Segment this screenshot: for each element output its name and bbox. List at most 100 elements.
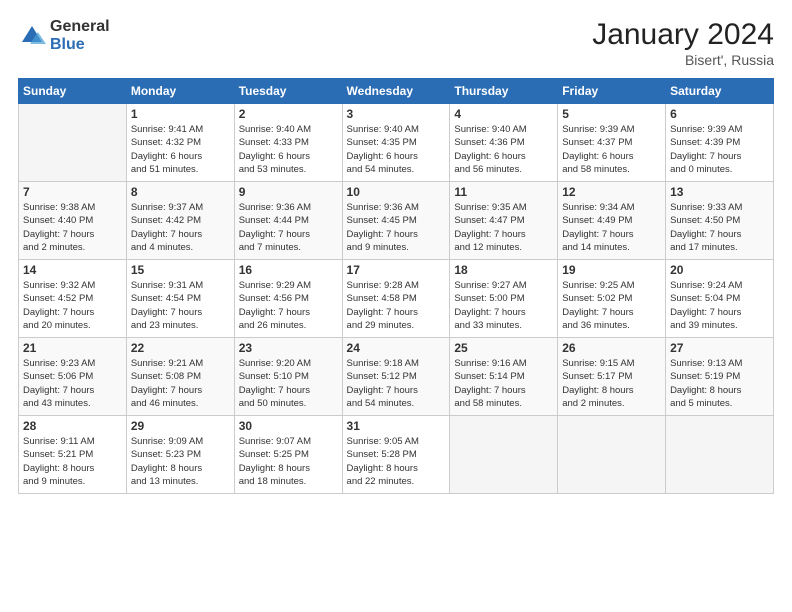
day-number: 8 [131, 185, 230, 199]
calendar-cell [450, 416, 558, 494]
calendar-cell: 4 Sunrise: 9:40 AM Sunset: 4:36 PM Daylig… [450, 104, 558, 182]
calendar-cell: 1 Sunrise: 9:41 AM Sunset: 4:32 PM Daylig… [126, 104, 234, 182]
calendar-cell: 21 Sunrise: 9:23 AM Sunset: 5:06 PM Dayli… [19, 338, 127, 416]
day-info: Sunrise: 9:36 AM Sunset: 4:45 PM Dayligh… [347, 201, 446, 254]
calendar-cell: 26Sunrise: 9:15 AM Sunset: 5:17 PM Dayli… [558, 338, 666, 416]
day-info: Sunrise: 9:15 AM Sunset: 5:17 PM Dayligh… [562, 357, 661, 410]
day-info: Sunrise: 9:36 AM Sunset: 4:44 PM Dayligh… [239, 201, 338, 254]
day-info: Sunrise: 9:40 AM Sunset: 4:33 PM Dayligh… [239, 123, 338, 176]
day-number: 28 [23, 419, 122, 433]
day-info: Sunrise: 9:13 AM Sunset: 5:19 PM Dayligh… [670, 357, 769, 410]
calendar-week-row: 7 Sunrise: 9:38 AM Sunset: 4:40 PM Daylig… [19, 182, 774, 260]
day-number: 24 [347, 341, 446, 355]
day-number: 1 [131, 107, 230, 121]
weekday-header: Tuesday [234, 79, 342, 104]
day-info: Sunrise: 9:34 AM Sunset: 4:49 PM Dayligh… [562, 201, 661, 254]
day-number: 21 [23, 341, 122, 355]
day-number: 18 [454, 263, 553, 277]
day-info: Sunrise: 9:33 AM Sunset: 4:50 PM Dayligh… [670, 201, 769, 254]
calendar-cell: 23 Sunrise: 9:20 AM Sunset: 5:10 PM Dayli… [234, 338, 342, 416]
weekday-header: Wednesday [342, 79, 450, 104]
day-number: 14 [23, 263, 122, 277]
header: General Blue January 2024 Bisert', Russi… [18, 18, 774, 68]
day-info: Sunrise: 9:05 AM Sunset: 5:28 PM Dayligh… [347, 435, 446, 488]
day-number: 2 [239, 107, 338, 121]
calendar-cell: 3 Sunrise: 9:40 AM Sunset: 4:35 PM Daylig… [342, 104, 450, 182]
weekday-header: Thursday [450, 79, 558, 104]
day-info: Sunrise: 9:18 AM Sunset: 5:12 PM Dayligh… [347, 357, 446, 410]
day-info: Sunrise: 9:24 AM Sunset: 5:04 PM Dayligh… [670, 279, 769, 332]
title-block: January 2024 Bisert', Russia [592, 18, 774, 68]
day-info: Sunrise: 9:07 AM Sunset: 5:25 PM Dayligh… [239, 435, 338, 488]
calendar-cell: 12 Sunrise: 9:34 AM Sunset: 4:49 PM Dayli… [558, 182, 666, 260]
day-number: 23 [239, 341, 338, 355]
day-info: Sunrise: 9:38 AM Sunset: 4:40 PM Dayligh… [23, 201, 122, 254]
calendar-cell: 31 Sunrise: 9:05 AM Sunset: 5:28 PM Dayli… [342, 416, 450, 494]
calendar-cell: 25 Sunrise: 9:16 AM Sunset: 5:14 PM Dayli… [450, 338, 558, 416]
day-info: Sunrise: 9:37 AM Sunset: 4:42 PM Dayligh… [131, 201, 230, 254]
day-number: 20 [670, 263, 769, 277]
calendar-cell: 14Sunrise: 9:32 AM Sunset: 4:52 PM Dayli… [19, 260, 127, 338]
day-info: Sunrise: 9:23 AM Sunset: 5:06 PM Dayligh… [23, 357, 122, 410]
calendar-cell: 13Sunrise: 9:33 AM Sunset: 4:50 PM Dayli… [666, 182, 774, 260]
calendar-cell: 29 Sunrise: 9:09 AM Sunset: 5:23 PM Dayli… [126, 416, 234, 494]
weekday-header: Monday [126, 79, 234, 104]
page: General Blue January 2024 Bisert', Russi… [0, 0, 792, 612]
calendar-cell: 7 Sunrise: 9:38 AM Sunset: 4:40 PM Daylig… [19, 182, 127, 260]
day-info: Sunrise: 9:35 AM Sunset: 4:47 PM Dayligh… [454, 201, 553, 254]
day-number: 15 [131, 263, 230, 277]
day-number: 12 [562, 185, 661, 199]
weekday-header: Friday [558, 79, 666, 104]
day-number: 25 [454, 341, 553, 355]
day-info: Sunrise: 9:25 AM Sunset: 5:02 PM Dayligh… [562, 279, 661, 332]
calendar-week-row: 21 Sunrise: 9:23 AM Sunset: 5:06 PM Dayli… [19, 338, 774, 416]
calendar-cell: 11 Sunrise: 9:35 AM Sunset: 4:47 PM Dayli… [450, 182, 558, 260]
calendar-cell: 10 Sunrise: 9:36 AM Sunset: 4:45 PM Dayli… [342, 182, 450, 260]
calendar-cell [558, 416, 666, 494]
calendar-cell: 6 Sunrise: 9:39 AM Sunset: 4:39 PM Daylig… [666, 104, 774, 182]
day-number: 9 [239, 185, 338, 199]
calendar-week-row: 14Sunrise: 9:32 AM Sunset: 4:52 PM Dayli… [19, 260, 774, 338]
calendar-cell: 15Sunrise: 9:31 AM Sunset: 4:54 PM Dayli… [126, 260, 234, 338]
day-info: Sunrise: 9:40 AM Sunset: 4:35 PM Dayligh… [347, 123, 446, 176]
calendar-subtitle: Bisert', Russia [592, 52, 774, 68]
weekday-header-row: SundayMondayTuesdayWednesdayThursdayFrid… [19, 79, 774, 104]
day-info: Sunrise: 9:29 AM Sunset: 4:56 PM Dayligh… [239, 279, 338, 332]
calendar-title: January 2024 [592, 18, 774, 52]
weekday-header: Sunday [19, 79, 127, 104]
logo-icon [18, 22, 46, 50]
day-number: 10 [347, 185, 446, 199]
calendar-cell: 8 Sunrise: 9:37 AM Sunset: 4:42 PM Daylig… [126, 182, 234, 260]
day-number: 17 [347, 263, 446, 277]
calendar-cell: 2 Sunrise: 9:40 AM Sunset: 4:33 PM Daylig… [234, 104, 342, 182]
logo-general: General [50, 18, 110, 36]
day-number: 6 [670, 107, 769, 121]
calendar-cell: 30 Sunrise: 9:07 AM Sunset: 5:25 PM Dayli… [234, 416, 342, 494]
calendar-table: SundayMondayTuesdayWednesdayThursdayFrid… [18, 78, 774, 494]
day-number: 19 [562, 263, 661, 277]
day-info: Sunrise: 9:09 AM Sunset: 5:23 PM Dayligh… [131, 435, 230, 488]
calendar-cell [19, 104, 127, 182]
calendar-week-row: 28Sunrise: 9:11 AM Sunset: 5:21 PM Dayli… [19, 416, 774, 494]
day-number: 16 [239, 263, 338, 277]
day-number: 31 [347, 419, 446, 433]
weekday-header: Saturday [666, 79, 774, 104]
calendar-cell: 19 Sunrise: 9:25 AM Sunset: 5:02 PM Dayli… [558, 260, 666, 338]
calendar-cell: 17Sunrise: 9:28 AM Sunset: 4:58 PM Dayli… [342, 260, 450, 338]
calendar-cell: 20 Sunrise: 9:24 AM Sunset: 5:04 PM Dayli… [666, 260, 774, 338]
calendar-cell: 24 Sunrise: 9:18 AM Sunset: 5:12 PM Dayli… [342, 338, 450, 416]
day-info: Sunrise: 9:20 AM Sunset: 5:10 PM Dayligh… [239, 357, 338, 410]
day-number: 3 [347, 107, 446, 121]
calendar-cell: 28Sunrise: 9:11 AM Sunset: 5:21 PM Dayli… [19, 416, 127, 494]
day-number: 29 [131, 419, 230, 433]
logo-blue: Blue [50, 36, 110, 54]
day-info: Sunrise: 9:40 AM Sunset: 4:36 PM Dayligh… [454, 123, 553, 176]
day-number: 4 [454, 107, 553, 121]
day-info: Sunrise: 9:41 AM Sunset: 4:32 PM Dayligh… [131, 123, 230, 176]
day-info: Sunrise: 9:16 AM Sunset: 5:14 PM Dayligh… [454, 357, 553, 410]
day-number: 30 [239, 419, 338, 433]
day-info: Sunrise: 9:39 AM Sunset: 4:39 PM Dayligh… [670, 123, 769, 176]
calendar-cell: 5Sunrise: 9:39 AM Sunset: 4:37 PM Daylig… [558, 104, 666, 182]
day-number: 11 [454, 185, 553, 199]
day-number: 7 [23, 185, 122, 199]
